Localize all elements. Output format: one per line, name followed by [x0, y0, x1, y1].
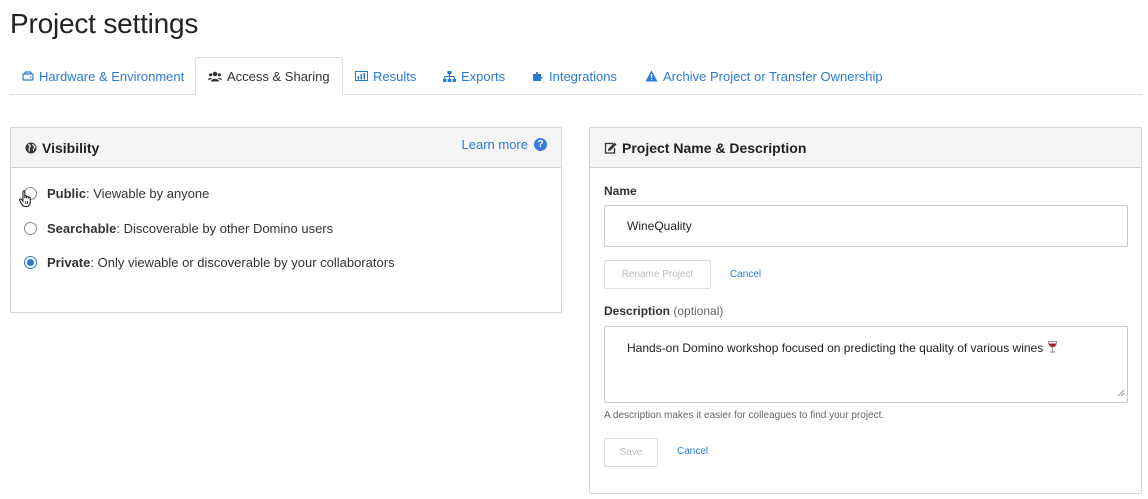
- help-icon: ?: [534, 138, 547, 151]
- sitemap-icon: [443, 70, 456, 82]
- settings-tabs: Hardware & Environment Access & Sharing …: [10, 57, 1142, 96]
- warning-icon: [645, 70, 658, 82]
- edit-icon: [604, 142, 617, 154]
- tab-label: Integrations: [549, 68, 617, 84]
- visibility-option-private[interactable]: Private: Only viewable or discoverable b…: [24, 255, 395, 270]
- learn-more-label: Learn more: [461, 137, 528, 152]
- project-name-value: WineQuality: [627, 219, 692, 233]
- option-desc: : Discoverable by other Domino users: [116, 221, 334, 236]
- save-button[interactable]: Save: [604, 438, 658, 467]
- private-radio[interactable]: [24, 256, 37, 269]
- wine-glass-icon: [1047, 341, 1058, 357]
- hand-cursor-icon: [19, 190, 33, 213]
- users-icon: [208, 71, 222, 82]
- option-desc: : Only viewable or discoverable by your …: [90, 255, 395, 270]
- visibility-option-searchable[interactable]: Searchable: Discoverable by other Domino…: [24, 221, 333, 236]
- description-label: Description (optional): [604, 304, 723, 318]
- option-name: Searchable: [47, 221, 117, 236]
- project-name-panel: Project Name & Description Name WineQual…: [589, 127, 1142, 494]
- option-name: Public: [47, 186, 87, 201]
- project-panel-title: Project Name & Description: [622, 139, 807, 156]
- description-textarea[interactable]: Hands-on Domino workshop focused on pred…: [604, 326, 1128, 403]
- description-label-text: Description: [604, 304, 671, 318]
- visibility-title: Visibility: [42, 139, 100, 156]
- tab-hardware-environment[interactable]: Hardware & Environment: [10, 57, 196, 95]
- description-value: Hands-on Domino workshop focused on pred…: [627, 341, 1044, 355]
- tab-archive-transfer[interactable]: Archive Project or Transfer Ownership: [633, 57, 895, 95]
- tab-access-sharing[interactable]: Access & Sharing: [195, 57, 343, 96]
- project-name-input[interactable]: WineQuality: [604, 205, 1128, 247]
- bar-chart-icon: [355, 71, 368, 81]
- option-desc: : Viewable by anyone: [86, 186, 210, 201]
- description-hint: A description makes it easier for collea…: [604, 410, 885, 421]
- page-title: Project settings: [10, 8, 199, 39]
- name-label: Name: [604, 184, 637, 198]
- puzzle-icon: [532, 70, 544, 82]
- description-cancel-link[interactable]: Cancel: [677, 446, 708, 457]
- project-name-panel-header: Project Name & Description: [590, 128, 1141, 168]
- tab-label: Access & Sharing: [227, 69, 330, 84]
- hdd-icon: [22, 71, 34, 81]
- visibility-panel: Visibility Learn more ? Public: Viewable…: [10, 127, 562, 313]
- learn-more-link[interactable]: Learn more ?: [462, 137, 547, 152]
- visibility-panel-header: Visibility Learn more ?: [11, 128, 561, 168]
- description-optional: (optional): [673, 304, 724, 318]
- rename-project-button[interactable]: Rename Project: [604, 260, 711, 289]
- tab-integrations[interactable]: Integrations: [520, 57, 629, 95]
- option-name: Private: [47, 255, 91, 270]
- tab-label: Exports: [461, 68, 506, 84]
- tab-label: Results: [373, 68, 417, 84]
- rename-cancel-link[interactable]: Cancel: [730, 269, 761, 280]
- tab-exports[interactable]: Exports: [431, 57, 517, 95]
- tab-results[interactable]: Results: [343, 57, 428, 95]
- globe-icon: [25, 142, 37, 154]
- searchable-radio[interactable]: [24, 222, 37, 235]
- resize-grip-icon[interactable]: [1117, 386, 1125, 400]
- tab-label: Hardware & Environment: [39, 68, 185, 84]
- visibility-option-public[interactable]: Public: Viewable by anyone: [24, 186, 209, 201]
- tab-label: Archive Project or Transfer Ownership: [663, 68, 883, 84]
